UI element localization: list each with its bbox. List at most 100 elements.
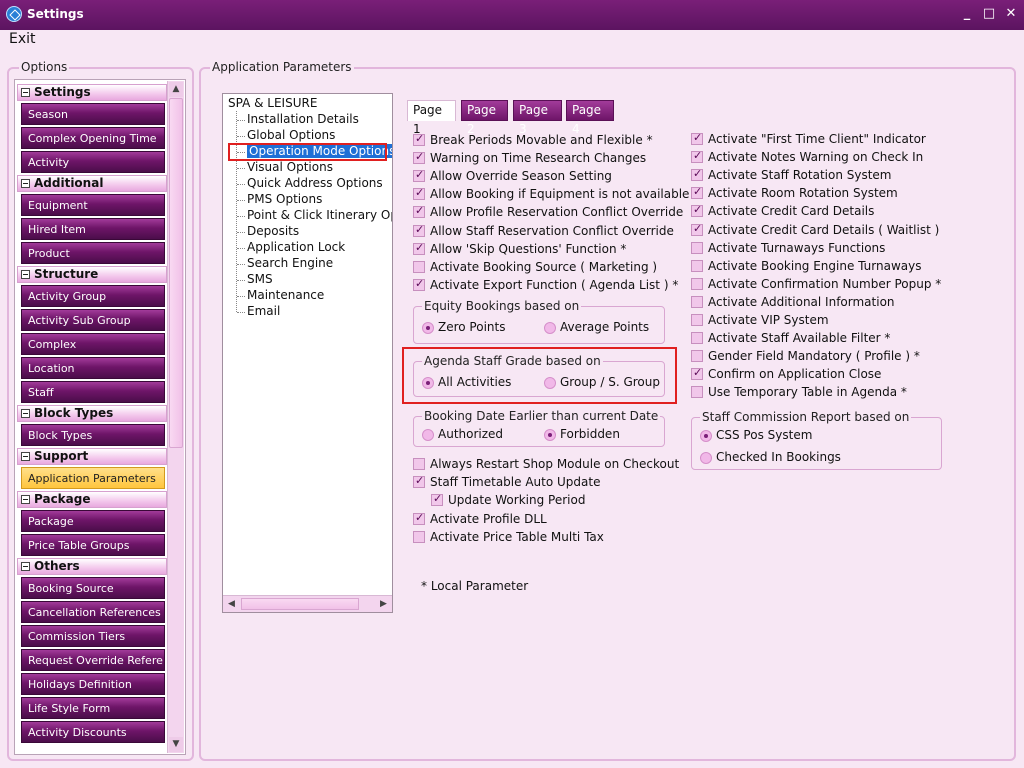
checkbox[interactable]: [431, 492, 443, 506]
checkbox[interactable]: [691, 185, 703, 200]
checkbox[interactable]: [413, 511, 425, 525]
checkbox[interactable]: [413, 223, 425, 237]
checkbox[interactable]: [413, 204, 425, 219]
option-item[interactable]: Complex Opening Time: [21, 127, 165, 149]
category-header[interactable]: Package: [17, 491, 167, 508]
collapse-icon[interactable]: [21, 88, 30, 97]
radio-dot[interactable]: [544, 377, 556, 389]
checkbox[interactable]: [413, 277, 425, 291]
checkbox[interactable]: [413, 186, 425, 201]
radio-dot[interactable]: [422, 377, 434, 389]
option-item[interactable]: Holidays Definition: [21, 673, 165, 695]
tree-node[interactable]: Visual Options: [247, 160, 333, 174]
checkbox[interactable]: [691, 222, 703, 236]
option-item[interactable]: Request Override Refere…: [21, 649, 165, 671]
checkbox[interactable]: [691, 131, 703, 145]
radio-dot[interactable]: [700, 430, 712, 442]
option-item[interactable]: Application Parameters: [21, 467, 165, 489]
hscroll-thumb[interactable]: [241, 598, 359, 610]
tree-node[interactable]: Application Lock: [247, 240, 345, 254]
category-header[interactable]: Structure: [17, 266, 167, 283]
collapse-icon[interactable]: [21, 562, 30, 571]
checkbox[interactable]: [413, 458, 425, 470]
option-item[interactable]: Commission Tiers: [21, 625, 165, 647]
radio-dot[interactable]: [544, 429, 556, 441]
checkbox[interactable]: [691, 332, 703, 345]
checkbox[interactable]: [413, 168, 425, 183]
checkbox[interactable]: [413, 132, 425, 146]
checkbox[interactable]: [691, 314, 703, 326]
option-item[interactable]: Activity Sub Group: [21, 309, 165, 331]
tab-page-2[interactable]: Page 2: [461, 100, 508, 136]
tree-node[interactable]: Quick Address Options: [247, 176, 383, 190]
collapse-icon[interactable]: [21, 270, 30, 279]
tab-page-4[interactable]: Page 4: [566, 100, 614, 136]
radio-dot[interactable]: [422, 429, 434, 441]
checkbox[interactable]: [691, 366, 703, 381]
minimize-button[interactable]: _: [960, 7, 974, 21]
option-item[interactable]: Equipment: [21, 194, 165, 216]
checkbox[interactable]: [691, 167, 703, 182]
radio-dot[interactable]: [700, 452, 712, 464]
option-item[interactable]: Block Types: [21, 424, 165, 446]
checkbox[interactable]: [691, 149, 703, 164]
option-item[interactable]: Life Style Form: [21, 697, 165, 719]
option-item[interactable]: Cancellation References: [21, 601, 165, 623]
checkbox[interactable]: [691, 259, 703, 272]
maximize-button[interactable]: □: [982, 7, 996, 21]
option-item[interactable]: Activity: [21, 151, 165, 173]
tree-node[interactable]: Global Options: [247, 128, 335, 142]
option-item[interactable]: Complex: [21, 333, 165, 355]
scroll-up-icon[interactable]: ▲: [169, 82, 183, 97]
tree-node[interactable]: Search Engine: [247, 256, 333, 270]
tree-node[interactable]: PMS Options: [247, 192, 322, 206]
checkbox[interactable]: [413, 150, 425, 165]
checkbox[interactable]: [691, 203, 703, 218]
scroll-thumb[interactable]: [169, 98, 183, 448]
option-item[interactable]: Location: [21, 357, 165, 379]
option-item[interactable]: Activity Discounts: [21, 721, 165, 743]
option-item[interactable]: Activity Group: [21, 285, 165, 307]
tab-page-1[interactable]: Page 1: [407, 100, 456, 136]
checkbox[interactable]: [413, 260, 425, 273]
tree-node[interactable]: Installation Details: [247, 112, 359, 126]
option-item[interactable]: Hired Item: [21, 218, 165, 240]
checkbox[interactable]: [413, 241, 425, 255]
checkbox[interactable]: [413, 531, 425, 543]
category-header[interactable]: Support: [17, 448, 167, 465]
collapse-icon[interactable]: [21, 495, 30, 504]
scroll-down-icon[interactable]: ▼: [169, 737, 183, 752]
close-button[interactable]: ✕: [1004, 7, 1018, 21]
options-scrollbar[interactable]: ▲ ▼: [167, 81, 184, 753]
menu-exit[interactable]: Exit: [9, 31, 36, 47]
category-header[interactable]: Block Types: [17, 405, 167, 422]
option-item[interactable]: Package: [21, 510, 165, 532]
option-item[interactable]: Booking Source: [21, 577, 165, 599]
tree-node[interactable]: Point & Click Itinerary Options: [247, 208, 392, 222]
checkbox[interactable]: [413, 474, 425, 488]
checkbox[interactable]: [691, 350, 703, 363]
radio-dot[interactable]: [544, 322, 556, 334]
tab-page-3[interactable]: Page 3: [513, 100, 562, 136]
checkbox[interactable]: [691, 386, 703, 399]
tree-hscrollbar[interactable]: ◀ ▶: [223, 595, 392, 612]
collapse-icon[interactable]: [21, 179, 30, 188]
scroll-right-icon[interactable]: ▶: [376, 597, 391, 611]
checkbox[interactable]: [691, 277, 703, 290]
checkbox[interactable]: [691, 295, 703, 308]
option-item[interactable]: Product: [21, 242, 165, 264]
radio-dot[interactable]: [422, 322, 434, 334]
tree-node[interactable]: SMS: [247, 272, 273, 286]
option-item[interactable]: Price Table Groups: [21, 534, 165, 556]
category-header[interactable]: Settings: [17, 84, 167, 101]
option-item[interactable]: Staff: [21, 381, 165, 403]
category-header[interactable]: Additional: [17, 175, 167, 192]
collapse-icon[interactable]: [21, 452, 30, 461]
tree-root[interactable]: SPA & LEISURE: [228, 96, 317, 110]
collapse-icon[interactable]: [21, 409, 30, 418]
scroll-left-icon[interactable]: ◀: [224, 597, 239, 611]
category-header[interactable]: Others: [17, 558, 167, 575]
tree-node[interactable]: Email: [247, 304, 280, 318]
tree-node[interactable]: Deposits: [247, 224, 299, 238]
tree-node[interactable]: Maintenance: [247, 288, 324, 302]
